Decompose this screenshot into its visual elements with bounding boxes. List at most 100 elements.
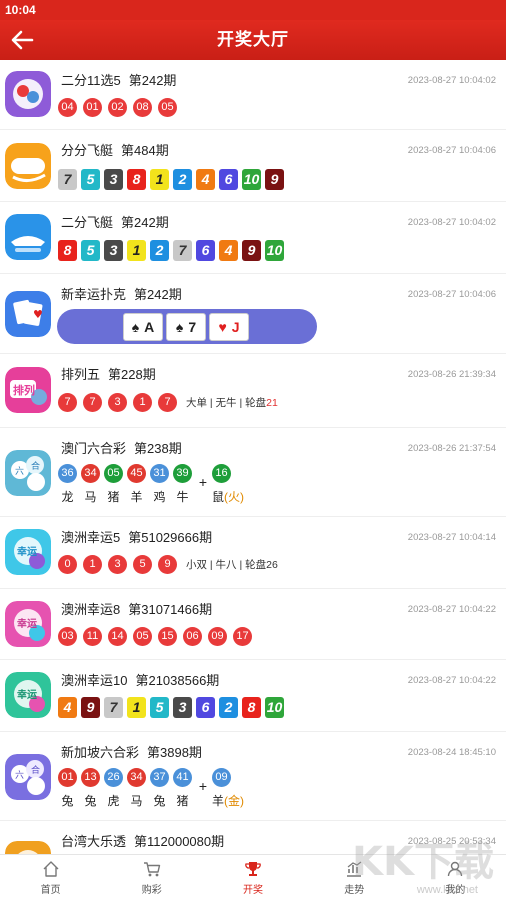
tab-label: 开奖 [243, 884, 263, 896]
mark-six-ball: 36 [58, 464, 77, 483]
zodiac-label: 鼠 [212, 490, 225, 504]
feiting-logo-icon [5, 143, 51, 189]
lottery-name: 澳洲幸运8 [61, 602, 121, 617]
lottery-name: 台湾大乐透 [61, 834, 127, 849]
user-icon [448, 861, 463, 876]
mark-six-item: 41 猪 [173, 768, 192, 809]
back-arrow-icon[interactable] [8, 26, 36, 54]
draw-balls: 7 7 3 1 7 大单 | 无牛 | 轮盘21 [58, 393, 278, 412]
lottery-row[interactable]: 幸运 澳洲幸运10 第21038566期 2023-08-27 10:04:22 … [0, 660, 506, 732]
lottery-row[interactable]: 六合 澳门六合彩 第238期 2023-08-26 21:37:54 36 龙 34 马… [0, 428, 506, 517]
mark-six-ball: 13 [81, 768, 100, 787]
number-square: 3 [173, 697, 192, 718]
draw-date: 2023-08-24 18:45:10 [407, 747, 496, 758]
mark-six-item: 31 鸡 [150, 464, 169, 505]
extra-text: 大单 | 无牛 | 轮盘 [186, 397, 267, 409]
mark-six-ball: 34 [81, 464, 100, 483]
card-suit-icon: ♥ [218, 318, 227, 335]
lottery-issue: 第51029666期 [128, 530, 213, 545]
special-item: 16 鼠(火) [212, 464, 248, 505]
number-square: 3 [104, 169, 123, 190]
lottery-name: 澳门六合彩 [61, 441, 127, 456]
home-icon [43, 860, 59, 877]
lucky10-logo-icon: 幸运 [5, 672, 51, 718]
lottery-title: 澳洲幸运5 第51029666期 [61, 527, 212, 546]
lottery-row[interactable]: 六合 新加坡六合彩 第3898期 2023-08-24 18:45:10 01 兔 1… [0, 732, 506, 821]
number-ball: 1 [133, 393, 152, 412]
mark-six-item: 13 兔 [81, 768, 100, 809]
number-square: 7 [173, 240, 192, 261]
svg-text:六: 六 [15, 769, 24, 781]
zodiac-label: 牛 [176, 490, 189, 504]
number-square: 8 [242, 697, 261, 718]
lottery-title: 分分飞艇 第484期 [61, 140, 169, 159]
zodiac-label: 猪 [176, 794, 189, 808]
number-square: 7 [58, 169, 77, 190]
number-ball: 06 [183, 627, 202, 646]
lottery-row[interactable]: 幸运 澳洲幸运5 第51029666期 2023-08-27 10:04:14 0… [0, 517, 506, 589]
tab-buy[interactable]: 购彩 [101, 855, 202, 899]
number-square: 1 [127, 240, 146, 261]
number-square: 9 [242, 240, 261, 261]
bottom-tab-bar: 首页 购彩 开奖 走势 我的 [0, 854, 506, 899]
special-ball: 09 [212, 768, 231, 787]
lottery-name: 澳洲幸运10 [61, 673, 128, 688]
tab-label: 我的 [445, 884, 466, 896]
status-time: 10:04 [5, 3, 36, 17]
lottery-row[interactable]: 幸运 澳洲幸运8 第31071466期 2023-08-27 10:04:22 0… [0, 589, 506, 660]
lottery-row[interactable]: 二分11选5 第242期 2023-08-27 10:04:02 04 01 02 08… [0, 60, 506, 130]
number-ball: 08 [133, 98, 152, 117]
lottery-list[interactable]: 二分11选5 第242期 2023-08-27 10:04:02 04 01 02 08… [0, 60, 506, 854]
draw-date: 2023-08-27 10:04:06 [407, 145, 496, 156]
lottery-issue: 第484期 [121, 143, 169, 158]
mark-six-ball: 05 [104, 464, 123, 483]
lottery-name: 新加坡六合彩 [61, 745, 140, 760]
lottery-issue: 第242期 [121, 215, 169, 230]
number-square: 8 [127, 169, 146, 190]
draw-extra-info: 大单 | 无牛 | 轮盘21 [186, 395, 278, 410]
tab-trend[interactable]: 走势 [304, 855, 405, 899]
number-square: 6 [196, 697, 215, 718]
mark-six-item: 45 羊 [127, 464, 146, 505]
lottery-row[interactable]: 二分飞艇 第242期 2023-08-27 10:04:02 8531276491… [0, 202, 506, 274]
tab-mine[interactable]: 我的 [405, 855, 506, 899]
poker-card: ♠ A [123, 312, 163, 341]
mark-six-item: 37 兔 [150, 768, 169, 809]
lottery-title: 台湾大乐透 第112000080期 [61, 831, 224, 850]
draw-extra-info: 小双 | 牛八 | 轮盘26 [186, 557, 278, 572]
number-square: 10 [265, 240, 284, 261]
number-ball: 3 [108, 393, 127, 412]
number-square: 6 [196, 240, 215, 261]
lottery-name: 新幸运扑克 [61, 287, 127, 302]
card-suit-icon: ♠ [131, 318, 140, 335]
lottery-issue: 第228期 [108, 367, 156, 382]
number-ball: 11 [83, 627, 102, 646]
lucky8-logo-icon: 幸运 [5, 601, 51, 647]
number-ball: 7 [58, 393, 77, 412]
lottery-row[interactable]: ♥ 新幸运扑克 第242期 2023-08-27 10:04:06 ♠ A ♠ 7 ♥ J [0, 274, 506, 354]
lottery-row[interactable]: 排列 排列五 第228期 2023-08-26 21:39:34 7 7 3 1 7 大单 … [0, 354, 506, 428]
mark-six-item: 34 马 [81, 464, 100, 505]
zodiac-label: 鸡 [153, 490, 166, 504]
number-square: 4 [58, 697, 77, 718]
draw-squares: 7 5 3 8 1 2 4 6 10 9 [58, 169, 288, 190]
tab-draw[interactable]: 开奖 [202, 855, 303, 899]
mark-six-item: 39 牛 [173, 464, 192, 505]
draw-squares: 4 9 7 1 5 3 6 2 8 10 [58, 697, 288, 718]
number-square: 6 [219, 169, 238, 190]
lottery-row[interactable]: 分分飞艇 第484期 2023-08-27 10:04:06 7 5 3 8 1 2 4 6 10… [0, 130, 506, 202]
sg-liuhecai-logo-icon: 六合 [5, 754, 51, 800]
liuhecai-logo-icon: 六合 [5, 450, 51, 496]
lottery-name: 二分11选5 [61, 73, 121, 88]
number-square: 10 [242, 169, 261, 190]
lottery-title: 新幸运扑克 第242期 [61, 284, 182, 303]
lottery-title: 排列五 第228期 [61, 364, 156, 383]
mark-six-item: 36 龙 [58, 464, 77, 505]
lottery-row[interactable]: 台湾大乐透 第112000080期 2023-08-25 20:53:34 [0, 821, 506, 854]
twlotto-logo-icon [5, 841, 51, 854]
tab-home[interactable]: 首页 [0, 855, 101, 899]
lottery-title: 澳门六合彩 第238期 [61, 438, 182, 457]
number-square: 9 [265, 169, 284, 190]
number-square: 7 [104, 697, 123, 718]
tab-label: 首页 [40, 884, 61, 896]
